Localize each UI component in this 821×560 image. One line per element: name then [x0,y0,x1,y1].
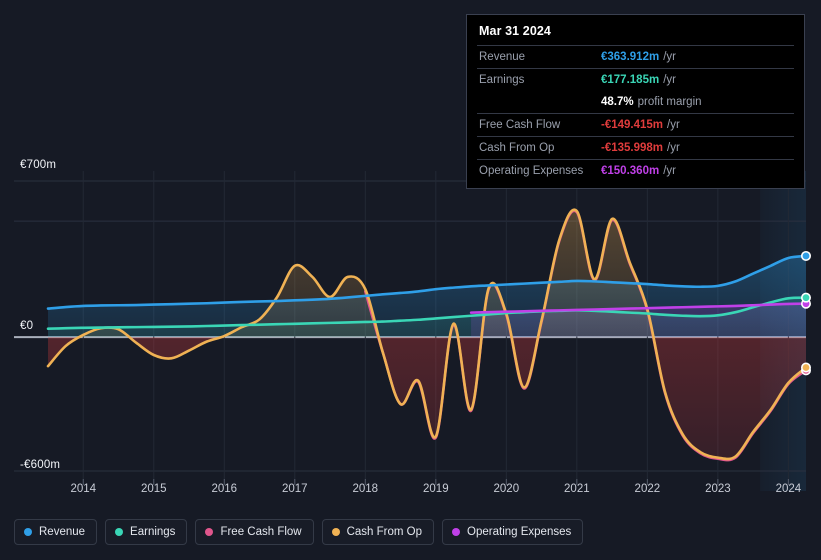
x-axis-tick-label: 2021 [564,483,590,495]
tooltip-row: Cash From Op -€135.998m/yr [477,136,794,159]
tooltip-rows: Revenue €363.912m/yr Earnings €177.185m/yr 4… [477,45,794,182]
tooltip-row-label: Earnings [479,74,525,86]
tooltip-row-label: Revenue [479,51,526,63]
legend-item-operating-expenses[interactable]: Operating Expenses [442,519,584,545]
x-axis-tick-label: 2018 [352,483,379,495]
y-axis-label-zero: €0 [20,320,34,332]
legend-item-label: Earnings [130,526,176,538]
legend-item-label: Cash From Op [346,526,423,538]
legend-item-label: Free Cash Flow [220,526,302,538]
tooltip-row-label: Cash From Op [479,142,555,154]
tooltip-row-value: -€149.415m [601,119,664,131]
tooltip-row-unit: /yr [663,51,676,63]
tooltip-row-value: -€135.998m [601,142,664,154]
legend-color-dot-icon [24,528,32,536]
tooltip-row-unit: /yr [667,119,680,131]
x-axis-tick-label: 2022 [634,483,661,495]
x-axis-tick-label: 2014 [70,483,97,495]
x-axis-tick-label: 2020 [493,483,520,495]
tooltip-row-label: Free Cash Flow [479,119,561,131]
tooltip-row-value: €150.360m [601,165,660,177]
legend-item-label: Revenue [39,526,86,538]
legend-color-dot-icon [452,528,461,536]
tooltip-row: Earnings €177.185m/yr [477,68,794,91]
legend-color-dot-icon [331,528,340,536]
data-point-tooltip: Mar 31 2024 Revenue €363.912m/yr Earnings €… [466,14,805,189]
x-axis-tick-label: 2019 [423,483,449,495]
tooltip-row-unit: /yr [663,165,676,177]
endpoint-marker-earnings [800,292,811,303]
endpoint-marker-revenue [800,250,811,261]
x-axis-labels: 2014 2015 2016 2017 2018 2019 2020 2021 2022 2023… [0,483,821,503]
legend-item-label: Operating Expenses [467,526,572,538]
x-axis-tick-label: 2016 [211,483,238,495]
x-axis-tick-label: 2017 [281,483,308,495]
y-axis-label-bottom: -€600m [20,459,61,471]
legend-color-dot-icon [205,528,214,536]
tooltip-row-value: 48.7% [601,96,634,108]
x-axis-tick-label: 2024 [775,483,802,495]
tooltip-row-unit: /yr [663,74,676,86]
legend-item-free-cash-flow[interactable]: Free Cash Flow [195,519,314,545]
tooltip-row-unit: /yr [667,142,680,154]
tooltip-row: 48.7% profit margin [477,91,794,113]
tooltip-row-unit: profit margin [637,96,702,108]
chart-legend[interactable]: Revenue Earnings Free Cash Flow Cash From O… [0,512,821,552]
x-axis-tick-label: 2015 [140,483,167,495]
tooltip-row: Revenue €363.912m/yr [477,45,794,68]
legend-color-dot-icon [115,528,124,536]
tooltip-row-value: €363.912m [601,51,660,63]
tooltip-row-value: €177.185m [601,74,660,86]
y-axis-label-top: €700m [20,159,57,171]
tooltip-row-label: Operating Expenses [479,165,584,177]
legend-item-earnings[interactable]: Earnings [105,519,188,545]
tooltip-row: Operating Expenses €150.360m/yr [477,159,794,182]
x-axis-tick-label: 2023 [705,483,731,495]
legend-item-revenue[interactable]: Revenue [14,519,98,545]
legend-item-cash-from-op[interactable]: Cash From Op [321,519,435,545]
tooltip-date: Mar 31 2024 [479,24,551,38]
tooltip-row: Free Cash Flow -€149.415m/yr [477,113,794,136]
endpoint-marker-cash-from-op [800,362,811,373]
